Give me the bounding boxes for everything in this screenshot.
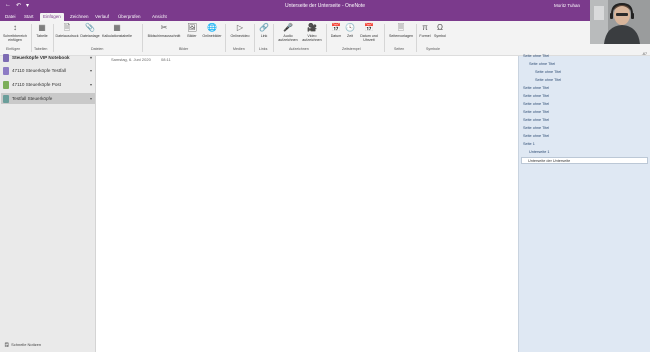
calendar-clock-icon: 📅 [364,23,374,32]
ribbon: ↕ Schreibbereich einfügen Einfügen ▦ Tab… [0,21,650,56]
group-label-media: Medien [233,47,245,51]
notebook-icon [3,80,9,89]
page-time: 08:11 [161,57,171,62]
tab-view[interactable]: Ansicht [152,14,167,19]
notebook-item[interactable]: Testfall Steuerköpfe ▾ [1,93,95,104]
file-attachment-button[interactable]: 📎 Dateianlage [80,23,100,38]
zoom-indicator: -67 [641,52,647,56]
microphone-icon: 🎤 [283,23,293,32]
file-printout-button[interactable]: 🗎 Dateiausdruck [56,23,79,38]
page-item[interactable]: Seite ohne Titel [523,54,549,58]
page-item[interactable]: Seite ohne Titel [523,86,549,90]
picture-icon: 🖼 [187,23,198,32]
online-video-button[interactable]: ▷ Onlinevideo [228,23,252,38]
pi-icon: π [422,23,428,32]
pictures-button[interactable]: 🖼 Bilder [185,23,199,38]
presenter-image [590,0,650,44]
formula-button[interactable]: π Formel [418,23,432,38]
window-title: Unterseite der Unterseite - OneNote [284,3,366,9]
page-item[interactable]: Seite ohne Titel [523,94,549,98]
chevron-down-icon: ▾ [89,82,92,87]
page-item-selected[interactable]: Unterseite der Unterseite [521,157,648,164]
record-audio-button[interactable]: 🎤 Audio aufzeichnen [276,23,300,42]
page-item[interactable]: Seite ohne Titel [535,70,561,74]
quick-notes-icon: 🗒 [4,342,10,347]
group-label-symbols: Symbole [426,47,440,51]
page-list: -67 Seite ohne Titel Seite ohne Titel Se… [518,52,650,352]
page-templates-button[interactable]: 🗏 Seitenvorlagen [387,23,415,38]
chevron-down-icon: ▾ [89,96,92,101]
screen-clipping-icon: ✂ [160,23,168,32]
insert-space-button[interactable]: ↕ Schreibbereich einfügen [2,23,28,42]
page-item[interactable]: Unterseite 1 [529,150,549,154]
group-label-pages: Seiten [394,47,405,51]
group-label-recording: Aufzeichnen [289,47,309,51]
link-icon: 🔗 [259,23,269,32]
tab-start[interactable]: Start [24,14,34,19]
page-item[interactable]: Seite ohne Titel [535,78,561,82]
notebook-item[interactable]: 47110 Steuerköpfe Post ▾ [1,79,95,90]
group-label-links: Links [259,47,268,51]
video-camera-icon: 🎥 [307,23,317,32]
notebook-pane: Steuerköpfe VIP Notebook ▾ 47110 Steuerk… [0,53,96,352]
omega-icon: Ω [437,23,443,32]
notebook-icon [3,94,9,103]
clock-icon: 🕓 [345,23,355,32]
link-button[interactable]: 🔗 Link [257,23,271,38]
spreadsheet-button[interactable]: ▦ Kalkulationstabelle [102,23,132,38]
tab-draw[interactable]: Zeichnen [70,14,89,19]
date-time-button[interactable]: 📅 Datum und Uhrzeit [357,23,381,42]
page-item[interactable]: Seite ohne Titel [523,118,549,122]
group-label-files: Dateien [91,47,104,51]
ribbon-tabs: Datei Start Einfügen Zeichnen Verlauf Üb… [0,12,650,21]
page-item[interactable]: Seite ohne Titel [523,110,549,114]
chevron-down-icon: ▾ [89,55,92,60]
page-item[interactable]: Seite ohne Titel [523,126,549,130]
page-item[interactable]: Seite ohne Titel [523,134,549,138]
tab-insert[interactable]: Einfügen [40,13,64,21]
page-canvas[interactable]: Samstag, 6. Juni 2020 08:11 [96,56,518,352]
group-label-timestamp: Zeitstempel [342,47,361,51]
printout-icon: 🗎 [63,23,71,32]
calendar-icon: 📅 [331,23,341,32]
quick-notes-button[interactable]: 🗒 Schnelle Notizen [4,342,41,347]
attachment-icon: 📎 [85,23,95,32]
group-label-tables: Tabellen [34,47,48,51]
screen-clipping-button[interactable]: ✂ Bildschirmausschnitt [145,23,183,38]
tab-review[interactable]: Überprüfen [118,14,141,19]
date-button[interactable]: 📅 Datum [329,23,343,38]
record-video-button[interactable]: 🎥 Video aufzeichnen [300,23,324,42]
spreadsheet-icon: ▦ [113,23,121,32]
chevron-down-icon: ▾ [89,68,92,73]
symbol-button[interactable]: Ω Symbol [433,23,447,38]
notebook-item[interactable]: Steuerköpfe VIP Notebook ▾ [1,52,95,63]
table-icon: ▦ [38,23,46,32]
online-picture-icon: 🌐 [207,23,217,32]
user-name[interactable]: Moritz Tuhan [554,3,580,8]
page-item[interactable]: Seite ohne Titel [529,62,555,66]
table-button[interactable]: ▦ Tabelle [34,23,50,38]
page-template-icon: 🗏 [397,23,405,32]
page-date: Samstag, 6. Juni 2020 [111,57,151,62]
group-label-images: Bilder [179,47,189,51]
online-video-icon: ▷ [236,23,244,32]
webcam-overlay [590,0,650,44]
tab-history[interactable]: Verlauf [95,14,109,19]
online-pictures-button[interactable]: 🌐 Onlinebilder [201,23,223,38]
group-label-insert: Einfügen [6,47,21,51]
title-bar: ← ↶ ▾ Unterseite der Unterseite - OneNot… [0,0,650,12]
notebook-item[interactable]: 47110 Steuerköpfe Testfall ▾ [1,65,95,76]
page-item[interactable]: Seite ohne Titel [523,102,549,106]
notebook-icon [3,53,9,62]
tab-file[interactable]: Datei [5,14,16,19]
page-item[interactable]: Seite 1 [523,142,535,146]
time-button[interactable]: 🕓 Zeit [344,23,356,38]
notebook-icon [3,66,9,75]
insert-space-icon: ↕ [13,23,17,32]
